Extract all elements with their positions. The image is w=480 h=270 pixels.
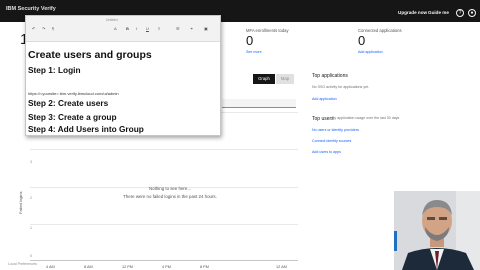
gridline xyxy=(30,224,298,225)
top-applications-link[interactable]: Add application xyxy=(312,97,337,101)
italic-icon[interactable]: I xyxy=(136,26,137,31)
brand-name[interactable]: IBM Security Verify xyxy=(6,6,56,12)
tile-link-apps[interactable]: Add application xyxy=(358,50,383,54)
step-1-url: https://<yoursite>.ibm.verify.ibmcloud.c… xyxy=(28,91,119,96)
webcam-accent-stripe xyxy=(394,231,397,251)
presenter-image xyxy=(394,191,480,270)
undo-icon[interactable]: ↶ xyxy=(32,26,35,31)
top-users-link-3[interactable]: Add users to apps xyxy=(312,150,341,154)
image-icon[interactable]: ▣ xyxy=(204,26,208,31)
footer-text[interactable]: Local Preferences xyxy=(8,262,37,266)
x-tick-label: 8 AM xyxy=(84,265,93,269)
x-tick-label: 4 AM xyxy=(46,265,55,269)
guide-me-link[interactable]: Guide me xyxy=(428,10,449,15)
tile-value-apps: 0 xyxy=(358,33,366,48)
top-applications-title: Top applications xyxy=(312,73,348,79)
map-toggle-button[interactable]: Map xyxy=(276,74,294,84)
style-icon[interactable]: ¶ xyxy=(52,26,54,31)
top-users-link-1[interactable]: No users or identity providers xyxy=(312,128,359,132)
help-icon[interactable]: ? xyxy=(456,9,464,17)
upgrade-link[interactable]: Upgrade now xyxy=(398,10,427,15)
tile-link-mfa[interactable]: See more xyxy=(246,50,262,54)
graph-toggle-button[interactable]: Graph xyxy=(253,74,275,84)
step-4: Step 4: Add Users into Group xyxy=(28,124,144,134)
notes-window-title: Untitled xyxy=(106,18,118,22)
x-axis-line xyxy=(30,260,298,261)
underline-icon[interactable]: U xyxy=(146,26,149,31)
x-tick-label: 8 PM xyxy=(200,265,209,269)
tile-value-mfa: 0 xyxy=(246,33,254,48)
chart-empty-message: There were no failed logins in the past … xyxy=(123,194,217,199)
notes-heading: Create users and groups xyxy=(28,49,152,61)
list-icon[interactable]: ≡ xyxy=(158,26,160,31)
link-icon[interactable]: ⚭ xyxy=(190,26,193,31)
bold-icon[interactable]: B xyxy=(126,26,129,31)
align-icon[interactable]: ☰ xyxy=(176,26,180,31)
top-users-link-2[interactable]: Connect identity sources xyxy=(312,139,351,143)
presenter-webcam-feed xyxy=(394,191,480,270)
time-filter-dropdown[interactable] xyxy=(222,99,296,108)
x-tick-label: 4 PM xyxy=(162,265,171,269)
top-users-text: By application usage over the last 30 da… xyxy=(332,116,400,120)
x-tick-label: 12 AM xyxy=(276,265,287,269)
chart-empty-title: Nothing to see here... xyxy=(149,186,191,191)
font-size-icon[interactable]: A xyxy=(114,26,117,31)
y-tick-label: 0 xyxy=(30,254,32,258)
y-tick-label: 2 xyxy=(30,196,32,200)
y-tick-label: 3 xyxy=(30,160,32,164)
user-avatar-icon[interactable]: ● xyxy=(468,9,476,17)
y-tick-label: 1 xyxy=(30,226,32,230)
redo-icon[interactable]: ↷ xyxy=(42,26,45,31)
gridline xyxy=(30,149,298,150)
step-2: Step 2: Create users xyxy=(28,98,109,108)
top-users-title: Top users xyxy=(312,116,334,122)
top-applications-text: No SSO activity for applications yet. xyxy=(312,85,370,89)
notes-overlay-window[interactable]: Untitled ↶ ↷ ¶ A B I U ≡ ☰ ⚭ ▣ Create us… xyxy=(25,15,221,136)
x-tick-label: 12 PM xyxy=(122,265,133,269)
step-1: Step 1: Login xyxy=(28,65,81,75)
y-axis-label: Failed logins xyxy=(18,191,23,214)
step-3: Step 3: Create a group xyxy=(28,112,117,122)
notes-toolbar: Untitled ↶ ↷ ¶ A B I U ≡ ☰ ⚭ ▣ xyxy=(26,16,220,42)
